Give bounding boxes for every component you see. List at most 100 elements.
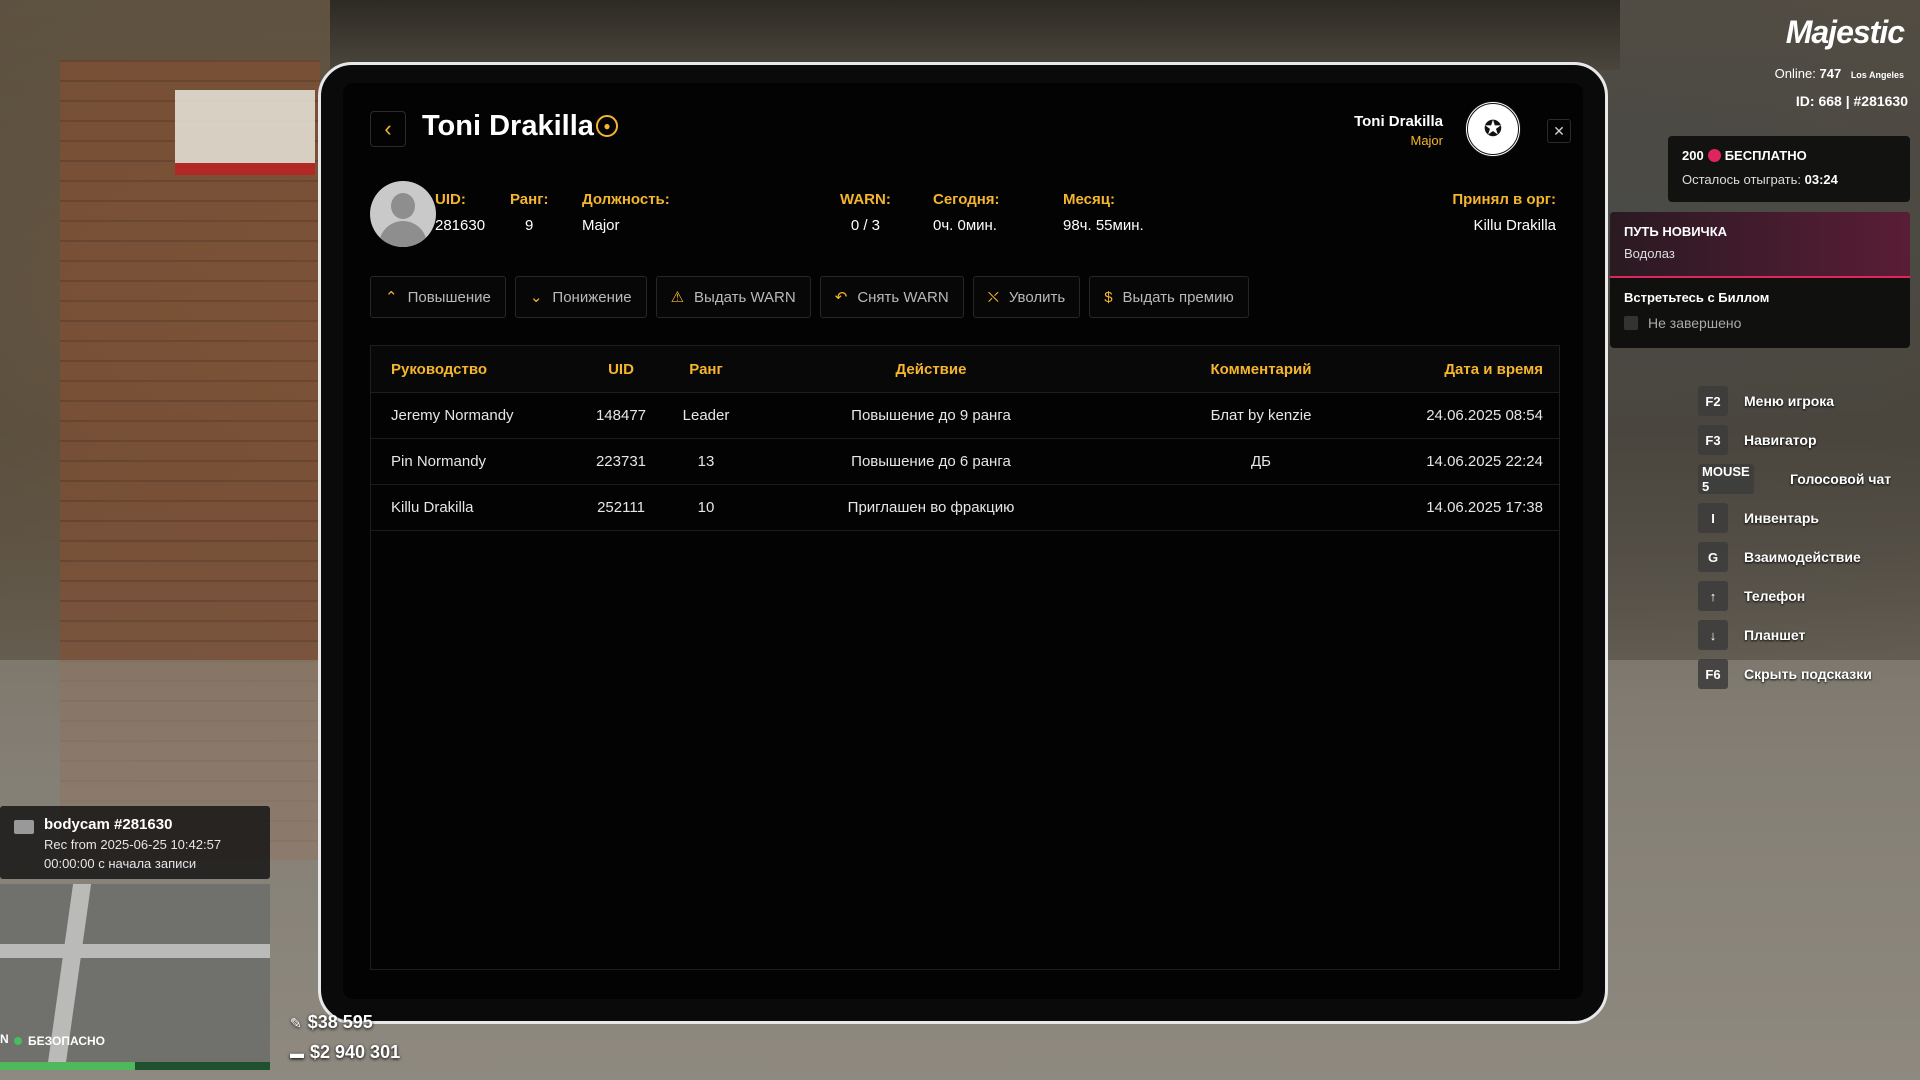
background-flag	[175, 90, 315, 175]
info-warn: WARN: 0 / 3	[840, 191, 891, 234]
tablet-screen: ‹ Toni Drakilla ● Toni Drakilla Major ✪ …	[343, 83, 1583, 999]
quest-title: ПУТЬ НОВИЧКА	[1624, 224, 1728, 239]
arrow-down-icon: ↓	[1698, 620, 1728, 650]
hotkey-key: MOUSE 5	[1698, 464, 1754, 494]
hotkey-key: F2	[1698, 386, 1728, 416]
cell-manager: Jeremy Normandy	[391, 407, 514, 424]
give-bonus-label: Выдать премию	[1122, 288, 1234, 306]
online-count: 747	[1819, 66, 1842, 81]
arrow-up-icon: ↑	[1698, 581, 1728, 611]
cash-value: $38 595	[307, 1012, 373, 1032]
remove-warn-label: Снять WARN	[857, 288, 949, 306]
uid-label: UID:	[435, 191, 466, 208]
today-label: Сегодня:	[933, 191, 1000, 208]
hotkey-key: F3	[1698, 425, 1728, 455]
demote-button[interactable]: ⌄ Понижение	[514, 276, 647, 318]
cell-rank: 13	[697, 453, 715, 470]
header-user-rank: Major	[1410, 133, 1443, 148]
table-row: Pin Normandy 223731 13 Повышение до 6 ра…	[371, 439, 1559, 485]
hotkey-label: Планшет	[1744, 627, 1806, 643]
info-accepted: Принял в орг: Killu Drakilla	[1452, 191, 1556, 234]
position-label: Должность:	[582, 191, 670, 208]
cell-manager: Pin Normandy	[391, 453, 487, 470]
hotkey-label: Голосовой чат	[1790, 471, 1892, 487]
promote-button[interactable]: ⌃ Повышение	[370, 276, 506, 318]
hotkey-label: Инвентарь	[1744, 510, 1819, 526]
tablet-frame: ‹ Toni Drakilla ● Toni Drakilla Major ✪ …	[318, 62, 1608, 1024]
cash-icon: ✎	[290, 1015, 302, 1031]
table-header: Руководство UID Ранг Действие Комментари…	[371, 346, 1559, 393]
info-rank: Ранг: 9	[510, 191, 548, 234]
online-counter: Online: 747 Los Angeles	[1775, 66, 1904, 81]
month-label: Месяц:	[1063, 191, 1115, 208]
quest-status: Не завершено	[1648, 315, 1742, 331]
action-bar: ⌃ Повышение ⌄ Понижение ⚠ Выдать WARN ↶ Снят…	[370, 276, 1249, 318]
cell-manager: Killu Drakilla	[391, 499, 474, 516]
remove-warn-button[interactable]: ↶ Снять WARN	[819, 276, 964, 318]
coin-icon: $	[1104, 288, 1113, 306]
city-label: Los Angeles	[1850, 70, 1904, 80]
info-today: Сегодня: 0ч. 0мин.	[933, 191, 1000, 234]
info-month: Месяц: 98ч. 55мин.	[1063, 191, 1144, 234]
cell-action: Приглашен во фракцию	[847, 499, 1015, 516]
safe-zone-indicator: БЕЗОПАСНО	[14, 1034, 105, 1048]
demote-label: Понижение	[552, 288, 632, 306]
compass-north: N	[0, 1032, 9, 1046]
give-warn-label: Выдать WARN	[694, 288, 796, 306]
cell-uid: 252111	[597, 499, 645, 516]
coin-icon	[1707, 149, 1721, 162]
cell-rank: Leader	[682, 407, 730, 424]
promote-label: Повышение	[407, 288, 491, 306]
header-action: Действие	[895, 360, 967, 378]
avatar	[370, 181, 436, 247]
bonus-remaining-time: 03:24	[1804, 172, 1838, 187]
warn-doc-icon: ⚠	[670, 289, 685, 306]
back-button[interactable]: ‹	[370, 111, 406, 147]
header-rank: Ранг	[689, 360, 723, 378]
table-row: Killu Drakilla 252111 10 Приглашен во фр…	[371, 485, 1559, 531]
header-datetime: Дата и время	[1444, 360, 1543, 378]
hotkey-label: Навигатор	[1744, 432, 1817, 448]
give-warn-button[interactable]: ⚠ Выдать WARN	[655, 276, 811, 318]
bonus-label: БЕСПЛАТНО	[1724, 148, 1807, 163]
department-seal-icon: ✪	[1465, 101, 1521, 157]
header-user-name: Toni Drakilla	[1354, 113, 1443, 130]
header-manager: Руководство	[391, 360, 488, 378]
health-bar	[0, 1062, 270, 1070]
cell-action: Повышение до 9 ранга	[851, 407, 1011, 424]
player-id: ID: 668 | #281630	[1795, 93, 1908, 109]
header-user: Toni Drakilla Major	[1354, 113, 1443, 148]
warn-label: WARN:	[840, 191, 891, 208]
quest-header: ПУТЬ НОВИЧКА Водолаз	[1610, 212, 1910, 278]
bodycam-rec: Rec from 2025-06-25 10:42:57	[44, 837, 222, 852]
safe-zone-label: БЕЗОПАСНО	[28, 1034, 105, 1048]
position-value: Major	[582, 217, 620, 234]
cell-comment: ДБ	[1250, 453, 1271, 470]
quest-panel: ПУТЬ НОВИЧКА Водолаз Встретьтесь с Билло…	[1610, 212, 1910, 348]
info-uid: UID: 281630	[435, 191, 485, 234]
cell-datetime: 24.06.2025 08:54	[1426, 407, 1543, 424]
bank-display: ▬ $2 940 301	[290, 1042, 400, 1063]
give-bonus-button[interactable]: $ Выдать премию	[1089, 276, 1249, 318]
cell-uid: 148477	[595, 407, 647, 424]
fire-button[interactable]: ⛌ Уволить	[972, 276, 1081, 318]
history-table: Руководство UID Ранг Действие Комментари…	[370, 345, 1560, 970]
header-uid: UID	[608, 360, 634, 378]
close-button[interactable]: ✕	[1547, 119, 1571, 143]
table-row: Jeremy Normandy 148477 Leader Повышение …	[371, 393, 1559, 439]
undo-icon: ↶	[834, 289, 848, 306]
cell-rank: 10	[697, 499, 715, 516]
rank-label: Ранг:	[510, 191, 549, 208]
accepted-label: Принял в орг:	[1452, 191, 1556, 208]
hotkey-label: Телефон	[1744, 588, 1806, 604]
today-value: 0ч. 0мин.	[933, 217, 997, 234]
page-title: Toni Drakilla	[422, 110, 594, 142]
fire-person-icon: ⛌	[987, 288, 999, 306]
background-ceiling	[330, 0, 1620, 70]
quest-checkbox	[1624, 316, 1638, 330]
card-icon: ▬	[290, 1045, 304, 1061]
quest-subtitle: Водолаз	[1624, 246, 1675, 261]
month-value: 98ч. 55мин.	[1063, 217, 1144, 234]
rank-value: 9	[525, 217, 534, 234]
hotkey-key: G	[1698, 542, 1728, 572]
